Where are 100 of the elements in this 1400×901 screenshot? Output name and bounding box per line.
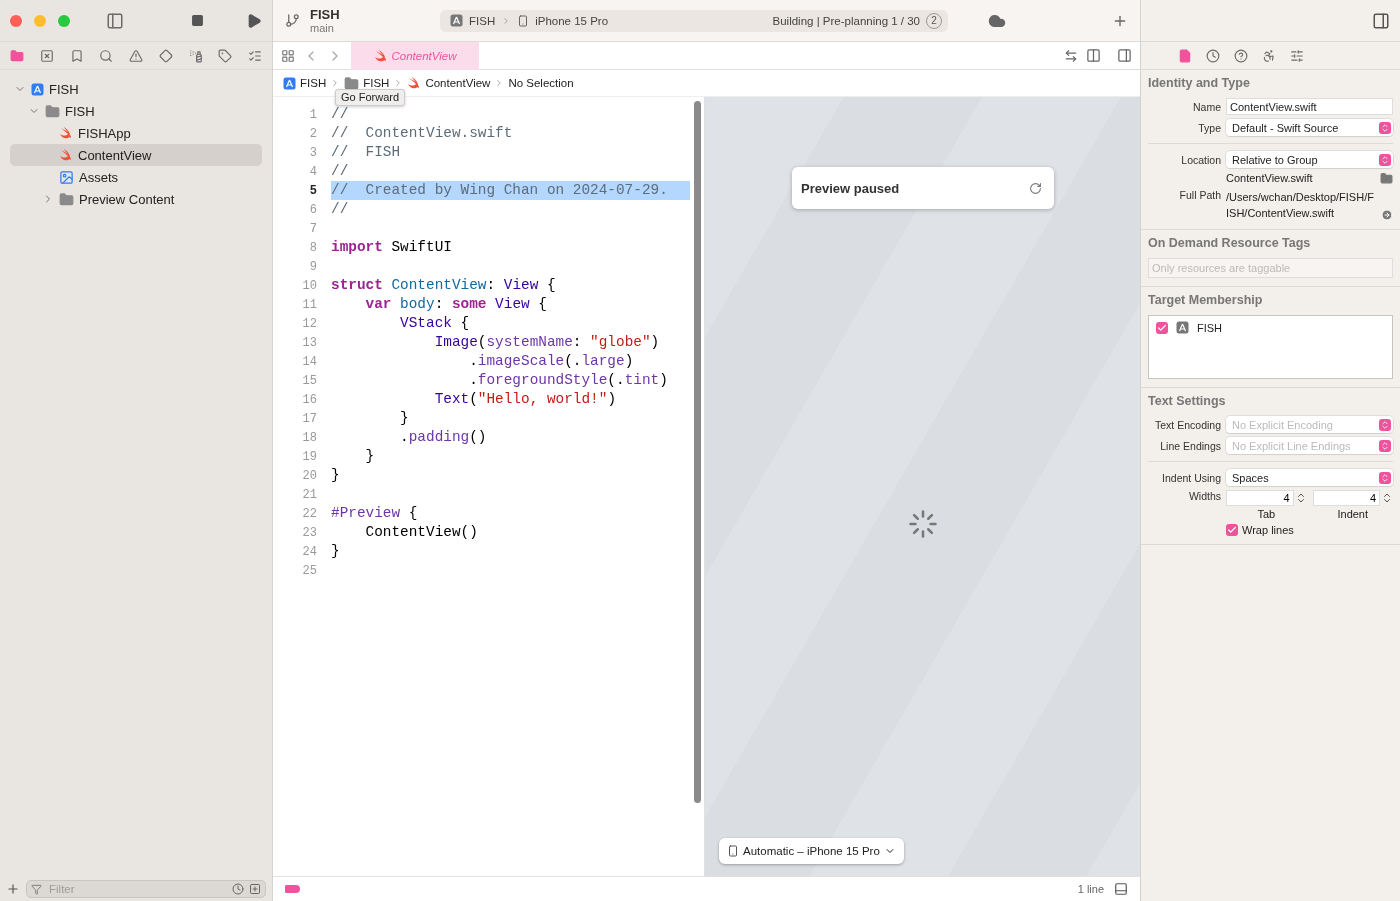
device-selector[interactable]: Automatic – iPhone 15 Pro	[719, 838, 904, 864]
field-label: Full Path	[1178, 189, 1221, 201]
sidebar-toggle-icon[interactable]	[106, 11, 124, 30]
field-label: Location	[1180, 153, 1221, 166]
scrollbar[interactable]	[694, 101, 701, 803]
breadcrumb-item[interactable]: FISH	[283, 76, 327, 90]
type-popup[interactable]: Default - Swift Source	[1226, 119, 1393, 136]
checkbox[interactable]	[1156, 321, 1168, 334]
code-line: // FISH	[331, 143, 402, 162]
filter-field[interactable]: Filter	[47, 882, 227, 896]
close-box-icon[interactable]	[39, 48, 54, 63]
indent-popup[interactable]: Spaces	[1226, 469, 1393, 486]
code-line: }	[331, 466, 341, 485]
folder-icon[interactable]	[10, 48, 24, 63]
tag-icon[interactable]	[285, 885, 300, 893]
tab-width-field[interactable]: 4	[1226, 490, 1294, 506]
popup-arrows-icon	[1379, 121, 1391, 134]
swift-icon	[59, 149, 73, 161]
tree-item[interactable]: ContentView	[10, 144, 262, 166]
refresh-icon[interactable]	[1029, 181, 1042, 195]
code-line: .imageScale(.large)	[468, 352, 635, 371]
line-number: 12	[301, 316, 318, 331]
grid-icon[interactable]	[281, 48, 295, 63]
line-number: 5	[308, 183, 318, 198]
indent-width-field[interactable]: 4	[1312, 490, 1380, 506]
section-title: Text Settings	[1148, 394, 1227, 408]
tags-field[interactable]: Only resources are taggable	[1148, 258, 1393, 278]
line-number: 7	[308, 221, 318, 236]
code-line: VStack {	[399, 314, 471, 333]
swap-icon[interactable]	[1064, 48, 1078, 63]
stepper-icon[interactable]	[1381, 492, 1393, 504]
editor-options-icon[interactable]	[1086, 48, 1101, 63]
inspector-toggle-icon[interactable]	[1372, 11, 1390, 30]
swift-icon	[373, 49, 388, 62]
field-caption: Indent	[1337, 508, 1369, 520]
diamond-icon[interactable]	[158, 48, 173, 63]
field-label: Widths	[1187, 490, 1221, 502]
filter-icon[interactable]	[31, 883, 42, 895]
tree-item[interactable]: FISHApp	[10, 122, 262, 144]
tag-icon[interactable]	[218, 48, 233, 63]
code-line: }	[331, 542, 341, 561]
tree-item[interactable]: FISH	[10, 100, 262, 122]
target-name: FISH	[1197, 321, 1223, 334]
build-status: Building | Pre-planning 1 / 30	[772, 14, 920, 27]
add-editor-icon[interactable]	[1117, 48, 1132, 63]
code-line: }	[364, 447, 376, 466]
tooltip: Go Forward	[335, 89, 406, 106]
plus-minus-icon[interactable]	[249, 883, 261, 895]
field-label: Indent Using	[1161, 471, 1221, 484]
filter-field[interactable]: Filter	[26, 880, 266, 898]
warning-icon[interactable]	[129, 48, 143, 63]
line-endings-popup[interactable]: No Explicit Line Endings	[1226, 437, 1393, 454]
field-label: Text Encoding	[1154, 418, 1221, 431]
line-number: 20	[301, 468, 318, 483]
help-icon[interactable]	[1233, 48, 1248, 63]
branch-name: main	[310, 22, 335, 34]
breadcrumb-item[interactable]: FISH	[344, 75, 390, 91]
folder-icon	[59, 191, 74, 207]
close-button[interactable]	[10, 14, 22, 27]
tree-item[interactable]: Assets	[10, 166, 262, 188]
code-line: }	[399, 409, 410, 428]
line-number: 19	[301, 449, 318, 464]
line-number: 23	[301, 525, 318, 540]
accessibility-icon[interactable]	[1261, 48, 1276, 63]
phone-icon	[727, 845, 739, 857]
spray-can-icon[interactable]	[188, 48, 203, 63]
scheme-name[interactable]: FISH	[469, 14, 496, 27]
add-icon[interactable]	[6, 882, 20, 896]
device-name[interactable]: iPhone 15 Pro	[535, 14, 609, 27]
file-icon[interactable]	[1177, 48, 1192, 63]
clock-icon[interactable]	[1205, 48, 1220, 63]
location-popup[interactable]: Relative to Group	[1226, 151, 1393, 168]
sliders-icon[interactable]	[1289, 48, 1304, 63]
stop-icon[interactable]	[191, 14, 204, 27]
list-icon[interactable]	[248, 48, 262, 63]
tree-item[interactable]: FISH	[10, 78, 262, 100]
breadcrumb-item[interactable]: No Selection	[508, 77, 574, 89]
search-icon[interactable]	[99, 48, 114, 63]
line-number: 18	[301, 430, 318, 445]
code-line: var body: some View {	[364, 295, 548, 314]
scheme-status-bar[interactable]: FISH iPhone 15 Pro Building | Pre-planning 1 / 30 2	[440, 9, 948, 32]
code-line: //	[331, 105, 350, 124]
panel-toggle-icon[interactable]	[1114, 882, 1128, 896]
app-icon	[450, 14, 463, 27]
encoding-popup[interactable]: No Explicit Encoding	[1226, 416, 1393, 433]
line-number: 8	[308, 240, 318, 255]
folder-icon[interactable]	[1380, 172, 1393, 185]
clock-icon[interactable]	[232, 883, 244, 895]
tree-item[interactable]: Preview Content	[10, 188, 262, 210]
name-field[interactable]: ContentView.swift	[1226, 98, 1393, 115]
breadcrumb-item[interactable]: ContentView	[407, 77, 491, 89]
code-line: // ContentView.swift	[331, 124, 514, 143]
line-number: 14	[301, 354, 318, 369]
code-line: Text("Hello, world!")	[433, 390, 617, 409]
bookmark-icon[interactable]	[69, 48, 84, 63]
play-icon[interactable]	[246, 12, 262, 29]
line-count: 1 line	[1077, 883, 1104, 895]
checkbox[interactable]	[1226, 524, 1238, 536]
code-line: import SwiftUI	[331, 238, 453, 257]
code-line: .foregroundStyle(.tint)	[468, 371, 669, 390]
